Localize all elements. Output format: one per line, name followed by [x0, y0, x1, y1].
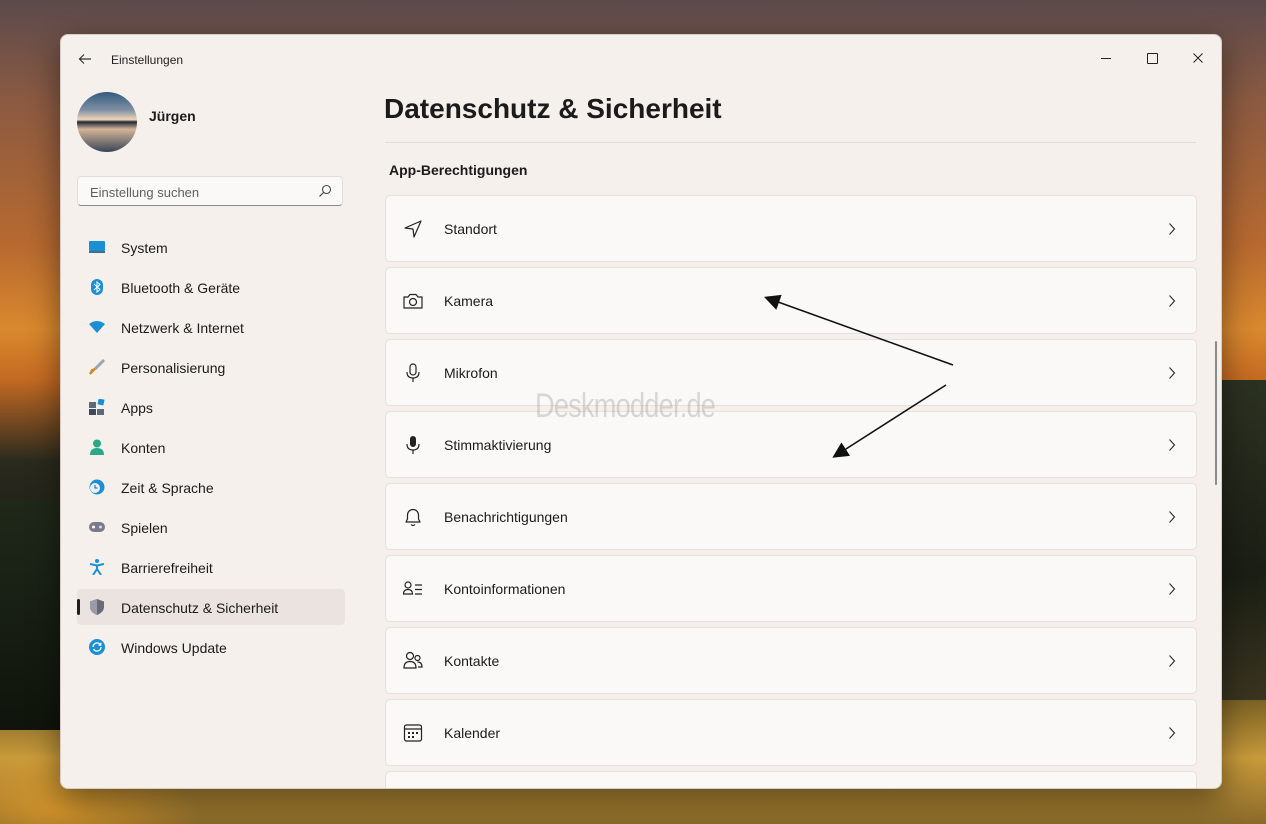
calendar-icon: [403, 724, 423, 742]
chevron-right-icon: [1169, 367, 1176, 379]
sidebar-item-label: Konten: [121, 440, 166, 456]
account-info-icon: [403, 581, 422, 595]
sidebar-item-windows-update[interactable]: Windows Update: [77, 629, 345, 665]
section-title: App-Berechtigungen: [389, 162, 528, 178]
sidebar-item-privacy-security[interactable]: Datenschutz & Sicherheit: [77, 589, 345, 625]
shield-icon: [89, 599, 105, 615]
list-item-label: Standort: [444, 221, 497, 237]
list-item-notifications[interactable]: Benachrichtigungen: [385, 483, 1197, 550]
network-icon: [89, 319, 105, 335]
list-item-label: Kontakte: [444, 653, 500, 669]
sidebar-item-system[interactable]: System: [77, 229, 345, 265]
back-button[interactable]: [75, 51, 95, 67]
page-title: Datenschutz & Sicherheit: [384, 93, 722, 124]
list-item-voice-activation[interactable]: Stimmaktivierung: [385, 411, 1197, 478]
sidebar-item-gaming[interactable]: Spielen: [77, 509, 345, 545]
chevron-right-icon: [1169, 439, 1176, 451]
app-title: Einstellungen: [111, 53, 184, 67]
bell-icon: [405, 508, 421, 527]
brush-icon: [89, 359, 105, 375]
list-item-account-info[interactable]: Kontoinformationen: [385, 555, 1197, 622]
location-icon: [404, 220, 422, 238]
update-icon: [89, 639, 105, 655]
list-item-label: Kamera: [444, 293, 494, 309]
wallpaper-trees-right: [1220, 380, 1266, 700]
sidebar-item-accounts[interactable]: Konten: [77, 429, 345, 465]
list-item-label: Kontoinformationen: [444, 581, 566, 597]
search-box: [77, 176, 343, 207]
list-item-microphone[interactable]: Mikrofon: [385, 339, 1197, 406]
minimize-button[interactable]: [1083, 43, 1129, 73]
contacts-icon: [403, 651, 423, 669]
sidebar-nav: System Bluetooth & Geräte Netzwerk & Int…: [77, 229, 345, 669]
watermark: Deskmodder.de: [535, 387, 716, 425]
chevron-right-icon: [1169, 655, 1176, 667]
list-item-label: Benachrichtigungen: [444, 509, 568, 525]
voice-activation-icon: [406, 436, 420, 454]
list-item-location[interactable]: Standort: [385, 195, 1197, 262]
sidebar-item-label: Netzwerk & Internet: [121, 320, 244, 336]
sidebar-item-label: Personalisierung: [121, 360, 226, 376]
accounts-icon: [89, 439, 105, 455]
bluetooth-icon: [89, 279, 105, 295]
sidebar-item-network[interactable]: Netzwerk & Internet: [77, 309, 345, 345]
maximize-button[interactable]: [1129, 43, 1175, 73]
sidebar-item-label: Barrierefreiheit: [121, 560, 213, 576]
close-button[interactable]: [1175, 43, 1221, 73]
title-bar: Einstellungen: [61, 35, 1221, 83]
gaming-icon: [89, 519, 105, 535]
divider: [385, 142, 1196, 143]
settings-window: Einstellungen Jürgen System Blue: [60, 34, 1222, 789]
search-icon[interactable]: [318, 184, 332, 198]
sidebar-item-label: Apps: [121, 400, 153, 416]
scrollbar-thumb[interactable]: [1215, 341, 1217, 485]
list-item-contacts[interactable]: Kontakte: [385, 627, 1197, 694]
sidebar-item-label: Zeit & Sprache: [121, 480, 214, 496]
list-item-label: Stimmaktivierung: [444, 437, 552, 453]
search-input[interactable]: [88, 177, 312, 207]
list-item-label: Kalender: [444, 725, 501, 741]
chevron-right-icon: [1169, 223, 1176, 235]
sidebar-item-label: Bluetooth & Geräte: [121, 280, 241, 296]
sidebar-item-label: Datenschutz & Sicherheit: [121, 600, 279, 616]
chevron-right-icon: [1169, 583, 1176, 595]
chevron-right-icon: [1169, 511, 1176, 523]
microphone-icon: [406, 363, 420, 382]
user-name: Jürgen: [149, 108, 196, 124]
chevron-right-icon: [1169, 727, 1176, 739]
minimize-icon: [1101, 57, 1111, 59]
maximize-icon: [1146, 52, 1158, 64]
permissions-list: Standort Kamera Mikrofon Stimmaktivierun…: [385, 195, 1197, 788]
system-icon: [89, 239, 105, 255]
close-icon: [1193, 53, 1203, 63]
camera-icon: [403, 293, 423, 309]
sidebar-item-personalization[interactable]: Personalisierung: [77, 349, 345, 385]
accessibility-icon: [89, 559, 105, 575]
sidebar-item-label: Spielen: [121, 520, 168, 536]
time-language-icon: [89, 479, 105, 495]
sidebar-item-bluetooth[interactable]: Bluetooth & Geräte: [77, 269, 345, 305]
avatar[interactable]: [77, 92, 137, 152]
list-item-partial[interactable]: [385, 771, 1197, 788]
sidebar-item-accessibility[interactable]: Barrierefreiheit: [77, 549, 345, 585]
sidebar-item-time-language[interactable]: Zeit & Sprache: [77, 469, 345, 505]
sidebar-item-apps[interactable]: Apps: [77, 389, 345, 425]
arrow-left-icon: [78, 54, 91, 64]
chevron-right-icon: [1169, 295, 1176, 307]
list-item-camera[interactable]: Kamera: [385, 267, 1197, 334]
list-item-calendar[interactable]: Kalender: [385, 699, 1197, 766]
list-item-label: Mikrofon: [444, 365, 498, 381]
sidebar-item-label: Windows Update: [121, 640, 227, 656]
sidebar-item-label: System: [121, 240, 168, 256]
apps-icon: [89, 399, 105, 415]
